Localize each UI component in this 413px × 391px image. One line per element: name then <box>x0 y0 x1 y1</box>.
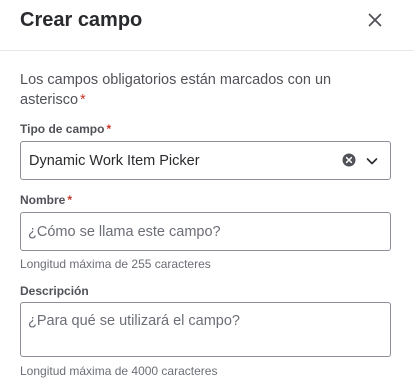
name-input[interactable] <box>28 223 380 241</box>
clear-icon[interactable] <box>342 153 356 167</box>
name-helper-text: Longitud máxima de 255 caracteres <box>20 257 211 271</box>
name-field-wrapper <box>20 212 391 251</box>
description-label-text: Descripción <box>20 284 89 298</box>
description-label: Descripción <box>20 283 89 299</box>
close-icon <box>368 13 382 27</box>
required-asterisk: * <box>80 92 86 108</box>
name-label-text: Nombre <box>20 193 66 207</box>
chevron-down-icon[interactable] <box>364 153 380 169</box>
name-label: Nombre * <box>20 192 72 208</box>
required-asterisk: * <box>67 193 73 207</box>
field-type-selected-value: Dynamic Work Item Picker <box>29 153 200 169</box>
description-field-wrapper <box>20 302 391 357</box>
required-fields-note-text: Los campos obligatorios están marcados c… <box>20 72 332 108</box>
required-fields-note: Los campos obligatorios están marcados c… <box>20 70 380 110</box>
close-button[interactable] <box>362 7 388 33</box>
description-textarea[interactable] <box>28 312 380 348</box>
description-helper-text: Longitud máxima de 4000 caracteres <box>20 364 218 378</box>
required-asterisk: * <box>106 122 112 136</box>
dialog-title: Crear campo <box>20 9 143 31</box>
create-field-dialog: Crear campo Los campos obligatorios está… <box>0 0 413 391</box>
dialog-header: Crear campo <box>0 0 413 51</box>
field-type-select[interactable]: Dynamic Work Item Picker <box>20 141 391 180</box>
field-type-label-text: Tipo de campo <box>20 122 105 136</box>
field-type-label: Tipo de campo * <box>20 121 111 137</box>
